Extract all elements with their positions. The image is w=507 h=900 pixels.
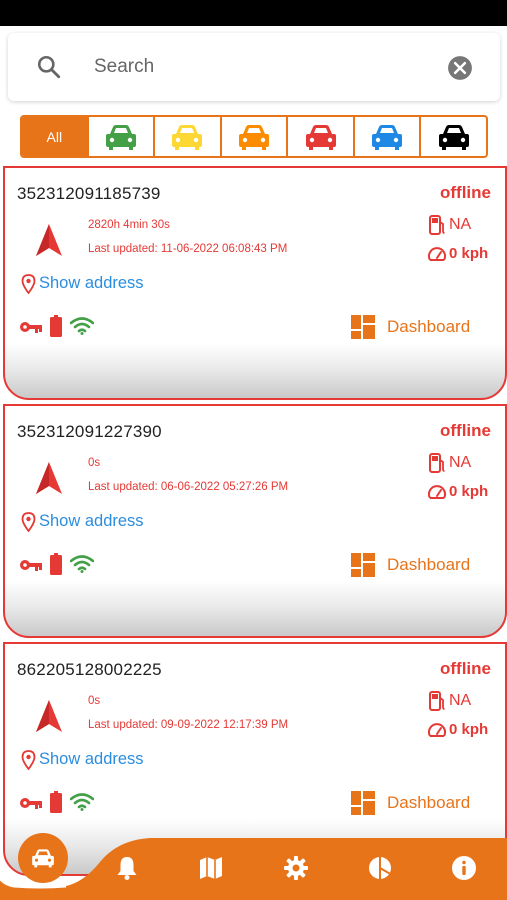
bottom-navigation (0, 833, 507, 900)
pie-chart-icon[interactable] (367, 855, 393, 881)
filter-yellow-tab[interactable] (155, 117, 222, 156)
vehicle-card[interactable]: 352312091185739 offline 2820h 4min 30s L… (3, 166, 507, 400)
bottom-nav-background (0, 838, 507, 900)
dashboard-button[interactable]: Dashboard (387, 793, 470, 813)
speed-value: 0 kph (449, 721, 489, 738)
filter-green-tab[interactable] (89, 117, 156, 156)
filter-blue-tab[interactable] (355, 117, 422, 156)
show-address-link[interactable]: Show address (39, 750, 144, 769)
speedometer-icon (428, 247, 446, 261)
speedometer-icon (428, 723, 446, 737)
fuel-value: NA (449, 692, 472, 709)
dashboard-icon (351, 553, 375, 577)
clear-search-icon[interactable] (447, 55, 473, 81)
ignition-key-icon (20, 560, 42, 571)
map-icon[interactable] (198, 855, 224, 881)
gps-signal-icon (70, 555, 94, 573)
vehicle-card[interactable]: 352312091227390 offline 0s Last updated:… (3, 404, 507, 638)
battery-icon (50, 791, 62, 813)
speed-value: 0 kph (449, 245, 489, 262)
gps-signal-icon (70, 793, 94, 811)
idle-duration: 0s (88, 695, 101, 707)
fuel-icon (429, 453, 445, 473)
filter-orange-tab[interactable] (222, 117, 289, 156)
search-bar (8, 33, 500, 101)
car-icon (172, 124, 203, 150)
location-pin-icon (21, 750, 36, 770)
ignition-key-icon (20, 322, 42, 333)
search-input[interactable] (94, 53, 424, 81)
status-badge: offline (440, 659, 491, 678)
car-icon (305, 124, 336, 150)
device-id: 352312091227390 (17, 422, 162, 441)
ignition-key-icon (20, 798, 42, 809)
dashboard-button[interactable]: Dashboard (387, 555, 470, 575)
last-updated: Last updated: 11-06-2022 06:08:43 PM (88, 243, 288, 255)
filter-all-label: All (46, 128, 63, 145)
filter-all-tab[interactable]: All (22, 117, 89, 156)
nav-vehicles-button[interactable] (18, 833, 68, 883)
car-icon (372, 124, 403, 150)
info-icon[interactable] (451, 855, 477, 881)
search-icon (37, 55, 61, 79)
fuel-value: NA (449, 454, 472, 471)
battery-icon (50, 315, 62, 337)
dashboard-icon (351, 791, 375, 815)
filter-black-tab[interactable] (421, 117, 486, 156)
idle-duration: 2820h 4min 30s (88, 219, 170, 231)
location-pin-icon (21, 512, 36, 532)
navigation-arrow-icon (36, 700, 62, 732)
show-address-link[interactable]: Show address (39, 274, 144, 293)
car-icon (239, 124, 270, 150)
last-updated: Last updated: 06-06-2022 05:27:26 PM (88, 481, 289, 493)
fuel-value: NA (449, 216, 472, 233)
navigation-arrow-icon (36, 224, 62, 256)
filter-red-tab[interactable] (288, 117, 355, 156)
car-icon (32, 849, 54, 868)
navigation-arrow-icon (36, 462, 62, 494)
bell-icon[interactable] (114, 855, 140, 881)
status-badge: offline (440, 421, 491, 440)
location-pin-icon (21, 274, 36, 294)
car-icon (438, 124, 469, 150)
fuel-icon (429, 691, 445, 711)
car-icon (105, 124, 136, 150)
status-badge: offline (440, 183, 491, 202)
device-id: 862205128002225 (17, 660, 162, 679)
show-address-link[interactable]: Show address (39, 512, 144, 531)
speedometer-icon (428, 485, 446, 499)
vehicle-status-filter: All (20, 115, 488, 158)
gps-signal-icon (70, 317, 94, 335)
speed-value: 0 kph (449, 483, 489, 500)
battery-icon (50, 553, 62, 575)
dashboard-button[interactable]: Dashboard (387, 317, 470, 337)
fuel-icon (429, 215, 445, 235)
gear-icon[interactable] (283, 855, 309, 881)
dashboard-icon (351, 315, 375, 339)
last-updated: Last updated: 09-09-2022 12:17:39 PM (88, 719, 289, 731)
idle-duration: 0s (88, 457, 101, 469)
device-id: 352312091185739 (17, 184, 161, 203)
status-bar (0, 0, 507, 26)
